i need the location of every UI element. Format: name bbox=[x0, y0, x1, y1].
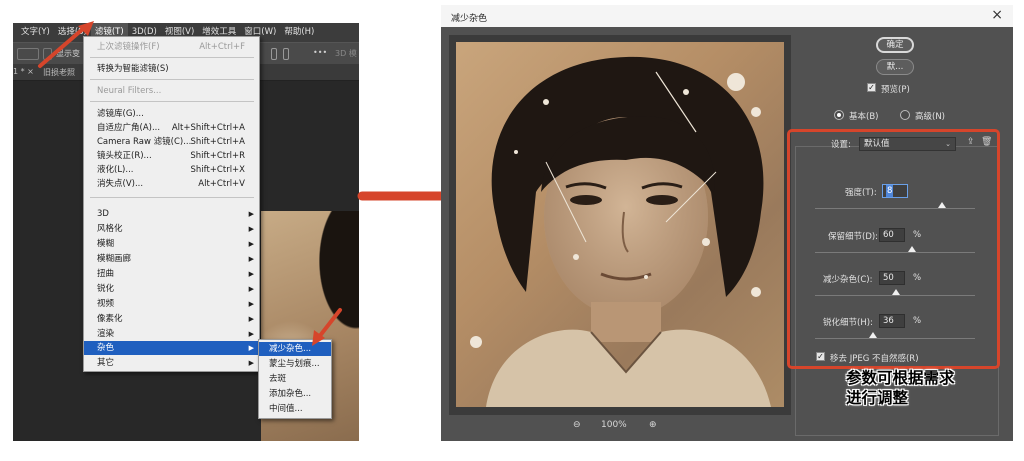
close-icon[interactable]: × bbox=[991, 8, 1003, 22]
zoom-level: 100% bbox=[601, 420, 627, 430]
arrow-to-filter-menu bbox=[38, 26, 86, 68]
zoom-out-icon[interactable]: ⊖ bbox=[573, 420, 581, 430]
portrait-image bbox=[470, 56, 771, 407]
highlight-box bbox=[787, 129, 1000, 369]
preview-label: 预览(P) bbox=[881, 85, 910, 95]
arrow-to-reduce-noise bbox=[317, 308, 342, 339]
basic-label: 基本(B) bbox=[849, 112, 879, 122]
preview-pane[interactable] bbox=[449, 35, 791, 415]
cancel-button[interactable]: 默... bbox=[876, 59, 914, 75]
advanced-label: 高级(N) bbox=[915, 112, 945, 122]
dialog-titlebar: 减少杂色 × bbox=[441, 5, 1013, 27]
zoom-in-icon[interactable]: ⊕ bbox=[649, 420, 657, 430]
preview-checkbox[interactable]: ✓ bbox=[867, 83, 876, 92]
dialog-title: 减少杂色 bbox=[451, 14, 488, 24]
annotation-note: 参数可根据需求 进行调整 bbox=[846, 368, 996, 408]
advanced-radio[interactable] bbox=[900, 110, 910, 120]
preview-photo bbox=[456, 42, 784, 407]
annotation-note-line-2: 进行调整 bbox=[846, 388, 909, 407]
ok-button[interactable]: 确定 bbox=[876, 37, 914, 53]
annotation-note-line-1: 参数可根据需求 bbox=[846, 368, 955, 387]
basic-radio[interactable] bbox=[834, 110, 844, 120]
